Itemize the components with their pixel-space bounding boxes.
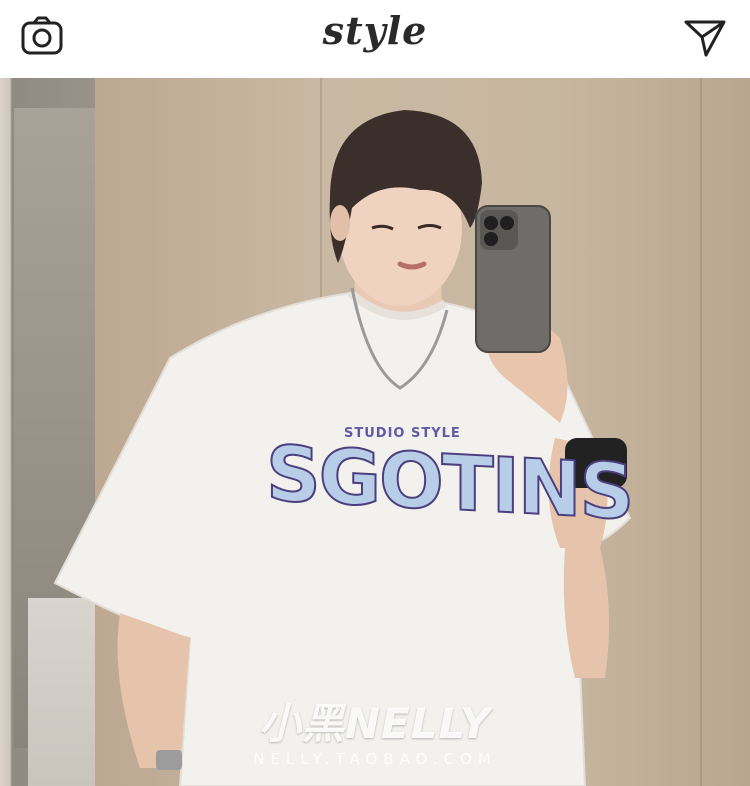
- post-photo: STUDIO STYLE SGOTINS 小黑NELLY NELLY.TAOBA…: [0, 78, 750, 786]
- send-icon[interactable]: [682, 14, 728, 60]
- watermark-url: NELLY.TAOBAO.COM: [253, 750, 497, 768]
- app-logo: style: [322, 8, 428, 53]
- camera-icon[interactable]: [19, 14, 65, 60]
- ear: [330, 205, 350, 241]
- watermark-logo: 小黑NELLY: [258, 699, 492, 748]
- top-bar: style: [0, 0, 750, 79]
